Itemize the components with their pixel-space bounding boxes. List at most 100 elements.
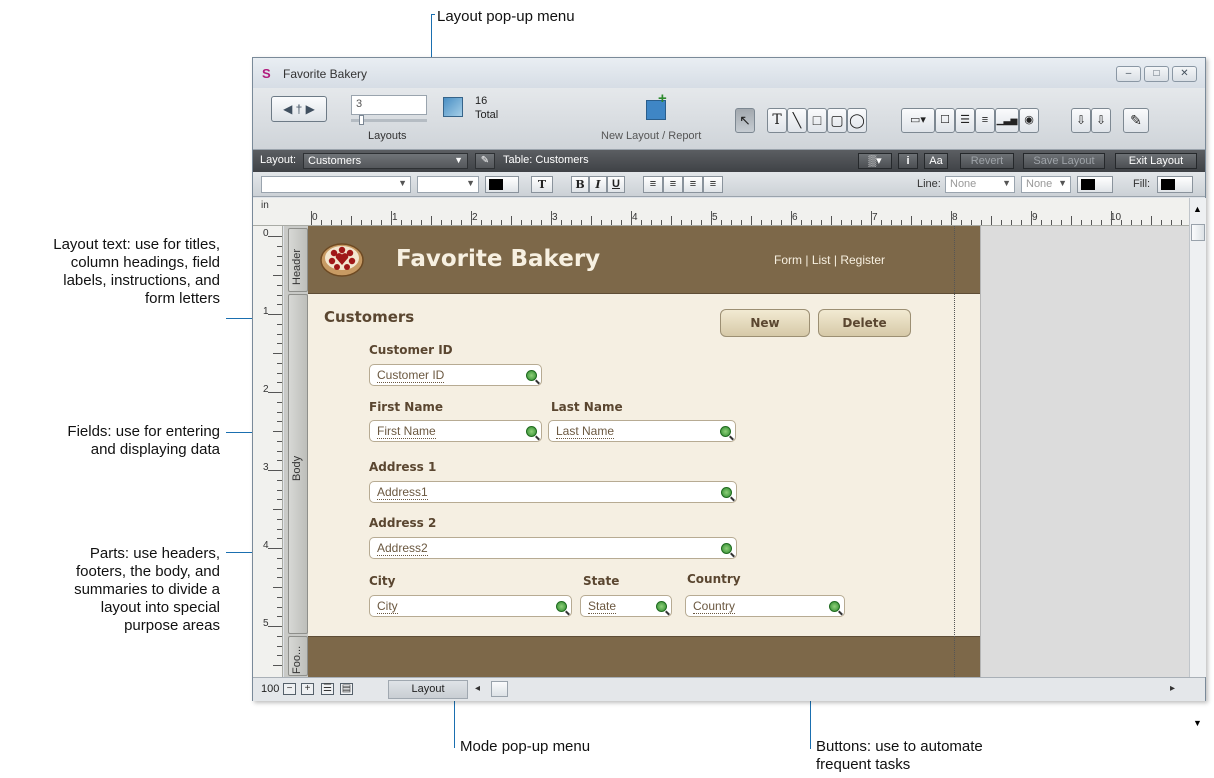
ruler-tick [277, 460, 282, 462]
line-width-select[interactable]: None ▼ [945, 176, 1015, 193]
italic-button[interactable]: I [589, 176, 607, 193]
toggle-view-icon[interactable]: ▤ [340, 683, 353, 695]
bold-button[interactable]: B [571, 176, 589, 193]
nav-link-form[interactable]: Form [774, 253, 802, 267]
minimize-button[interactable]: – [1116, 66, 1141, 82]
manage-layouts-pencil-icon[interactable]: ✎ [475, 153, 495, 169]
customer-id-field[interactable]: Customer ID [369, 364, 542, 386]
chart-tool[interactable]: ▁▃▅ [995, 108, 1019, 133]
vertical-scroll-thumb[interactable] [1191, 224, 1205, 241]
button-tool[interactable]: ☐ [935, 108, 955, 133]
align-center-button[interactable]: ≡ [663, 176, 683, 193]
field-label-address1[interactable]: Address 1 [369, 460, 436, 474]
font-size-select[interactable]: ▼ [417, 176, 479, 193]
horizontal-scroll-thumb[interactable] [491, 681, 508, 697]
tab-control-tool[interactable]: ≡ [975, 108, 995, 133]
layout-popup-menu[interactable]: Customers ▼ [303, 153, 468, 169]
layout-slider[interactable] [351, 115, 427, 125]
first-name-field[interactable]: First Name [369, 420, 542, 442]
align-justify-button[interactable]: ≡ [703, 176, 723, 193]
ruler-tick [321, 220, 322, 225]
pointer-tool[interactable]: ↖ [735, 108, 755, 133]
app-icon: S [262, 66, 271, 81]
section-title-text[interactable]: Customers [324, 308, 414, 326]
mode-popup-menu[interactable]: Layout [388, 680, 468, 699]
line-tool[interactable]: ╲ [787, 108, 807, 133]
new-layout-report-button[interactable]: New Layout / Report [601, 130, 701, 142]
maximize-button[interactable]: □ [1144, 66, 1169, 82]
rounded-rectangle-tool[interactable]: ▢ [827, 108, 847, 133]
revert-button[interactable]: Revert [960, 153, 1014, 169]
scroll-up-icon[interactable]: ▲ [1193, 204, 1202, 214]
inspector-info-icon[interactable]: i [898, 153, 918, 169]
align-right-button[interactable]: ≡ [683, 176, 703, 193]
ruler-number: 1 [392, 212, 398, 223]
magnifier-icon [526, 370, 537, 381]
text-tool[interactable]: T [767, 108, 787, 133]
vertical-scrollbar[interactable]: ▲ ▼ [1189, 198, 1206, 728]
country-field[interactable]: Country [685, 595, 845, 617]
field-picker-icon[interactable]: ⇩ [1071, 108, 1091, 133]
field-tool[interactable]: ▭▾ [901, 108, 935, 133]
exit-layout-button[interactable]: Exit Layout [1115, 153, 1197, 169]
zoom-out-icon[interactable]: − [283, 683, 296, 695]
align-left-button[interactable]: ≡ [643, 176, 663, 193]
format-painter-icon[interactable]: ✎ [1123, 108, 1149, 133]
scroll-left-icon[interactable]: ◂ [475, 683, 480, 694]
layout-number-input[interactable]: 3 [351, 95, 427, 115]
ruler-tick [277, 645, 282, 647]
callout-layout-menu: Layout pop-up menu [437, 8, 575, 25]
rectangle-tool[interactable]: □ [807, 108, 827, 133]
field-label-country[interactable]: Country [687, 572, 741, 586]
field-label-last-name[interactable]: Last Name [551, 400, 623, 414]
underline-button[interactable]: U [607, 176, 625, 193]
zoom-in-icon[interactable]: + [301, 683, 314, 695]
nav-link-register[interactable]: Register [840, 253, 885, 267]
nav-link-list[interactable]: List [812, 253, 831, 267]
aa-text-icon[interactable]: Aa [924, 153, 948, 169]
layout-book-icon[interactable]: ◀ † ▶ [271, 96, 327, 122]
delete-record-button[interactable]: Delete [818, 309, 911, 337]
web-viewer-tool[interactable]: ◉ [1019, 108, 1039, 133]
ruler-tick [1001, 220, 1002, 225]
line-pattern-select[interactable]: None ▼ [1021, 176, 1071, 193]
ruler-tick [277, 343, 282, 345]
city-field[interactable]: City [369, 595, 572, 617]
layout-canvas: Header Body Foo... Favorite Bakery Form … [284, 226, 1189, 677]
ruler-number: 9 [1032, 212, 1038, 223]
font-select[interactable]: ▼ [261, 176, 411, 193]
ruler-tick [591, 216, 592, 225]
field-label-address2[interactable]: Address 2 [369, 516, 436, 530]
slider-knob[interactable] [359, 115, 364, 125]
field-label-state[interactable]: State [583, 574, 619, 588]
save-layout-button[interactable]: Save Layout [1023, 153, 1105, 169]
grid-options-button[interactable]: ▒▾ [858, 153, 892, 169]
address2-field[interactable]: Address2 [369, 537, 737, 559]
part-tab-body[interactable]: Body [288, 294, 308, 634]
callout-fields: Fields: use for entering and displaying … [67, 423, 220, 458]
part-tab-footer[interactable]: Foo... [288, 636, 308, 676]
close-button[interactable]: ✕ [1172, 66, 1197, 82]
field-label-city[interactable]: City [369, 574, 395, 588]
part-tab-header[interactable]: Header [288, 228, 308, 292]
line-color-button[interactable] [1077, 176, 1113, 193]
scroll-right-icon[interactable]: ▸ [1170, 683, 1175, 694]
text-color-button[interactable] [485, 176, 519, 193]
ruler-number: 2 [472, 212, 478, 223]
magnifier-icon [656, 601, 667, 612]
oval-tool[interactable]: ◯ [847, 108, 867, 133]
part-tool-icon[interactable]: ⇩ [1091, 108, 1111, 133]
state-field[interactable]: State [580, 595, 672, 617]
fill-color-button[interactable] [1157, 176, 1193, 193]
zoom-level[interactable]: 100 [261, 683, 279, 695]
ruler-tick [941, 220, 942, 225]
toggle-status-toolbar-icon[interactable]: ☰ [321, 683, 334, 695]
field-label-first-name[interactable]: First Name [369, 400, 443, 414]
address1-field[interactable]: Address1 [369, 481, 737, 503]
last-name-field[interactable]: Last Name [548, 420, 736, 442]
new-record-button[interactable]: New [720, 309, 810, 337]
text-style-t-button[interactable]: T [531, 176, 553, 193]
portal-tool[interactable]: ☰ [955, 108, 975, 133]
field-label-customer-id[interactable]: Customer ID [369, 343, 453, 357]
scroll-down-icon[interactable]: ▼ [1193, 718, 1202, 728]
